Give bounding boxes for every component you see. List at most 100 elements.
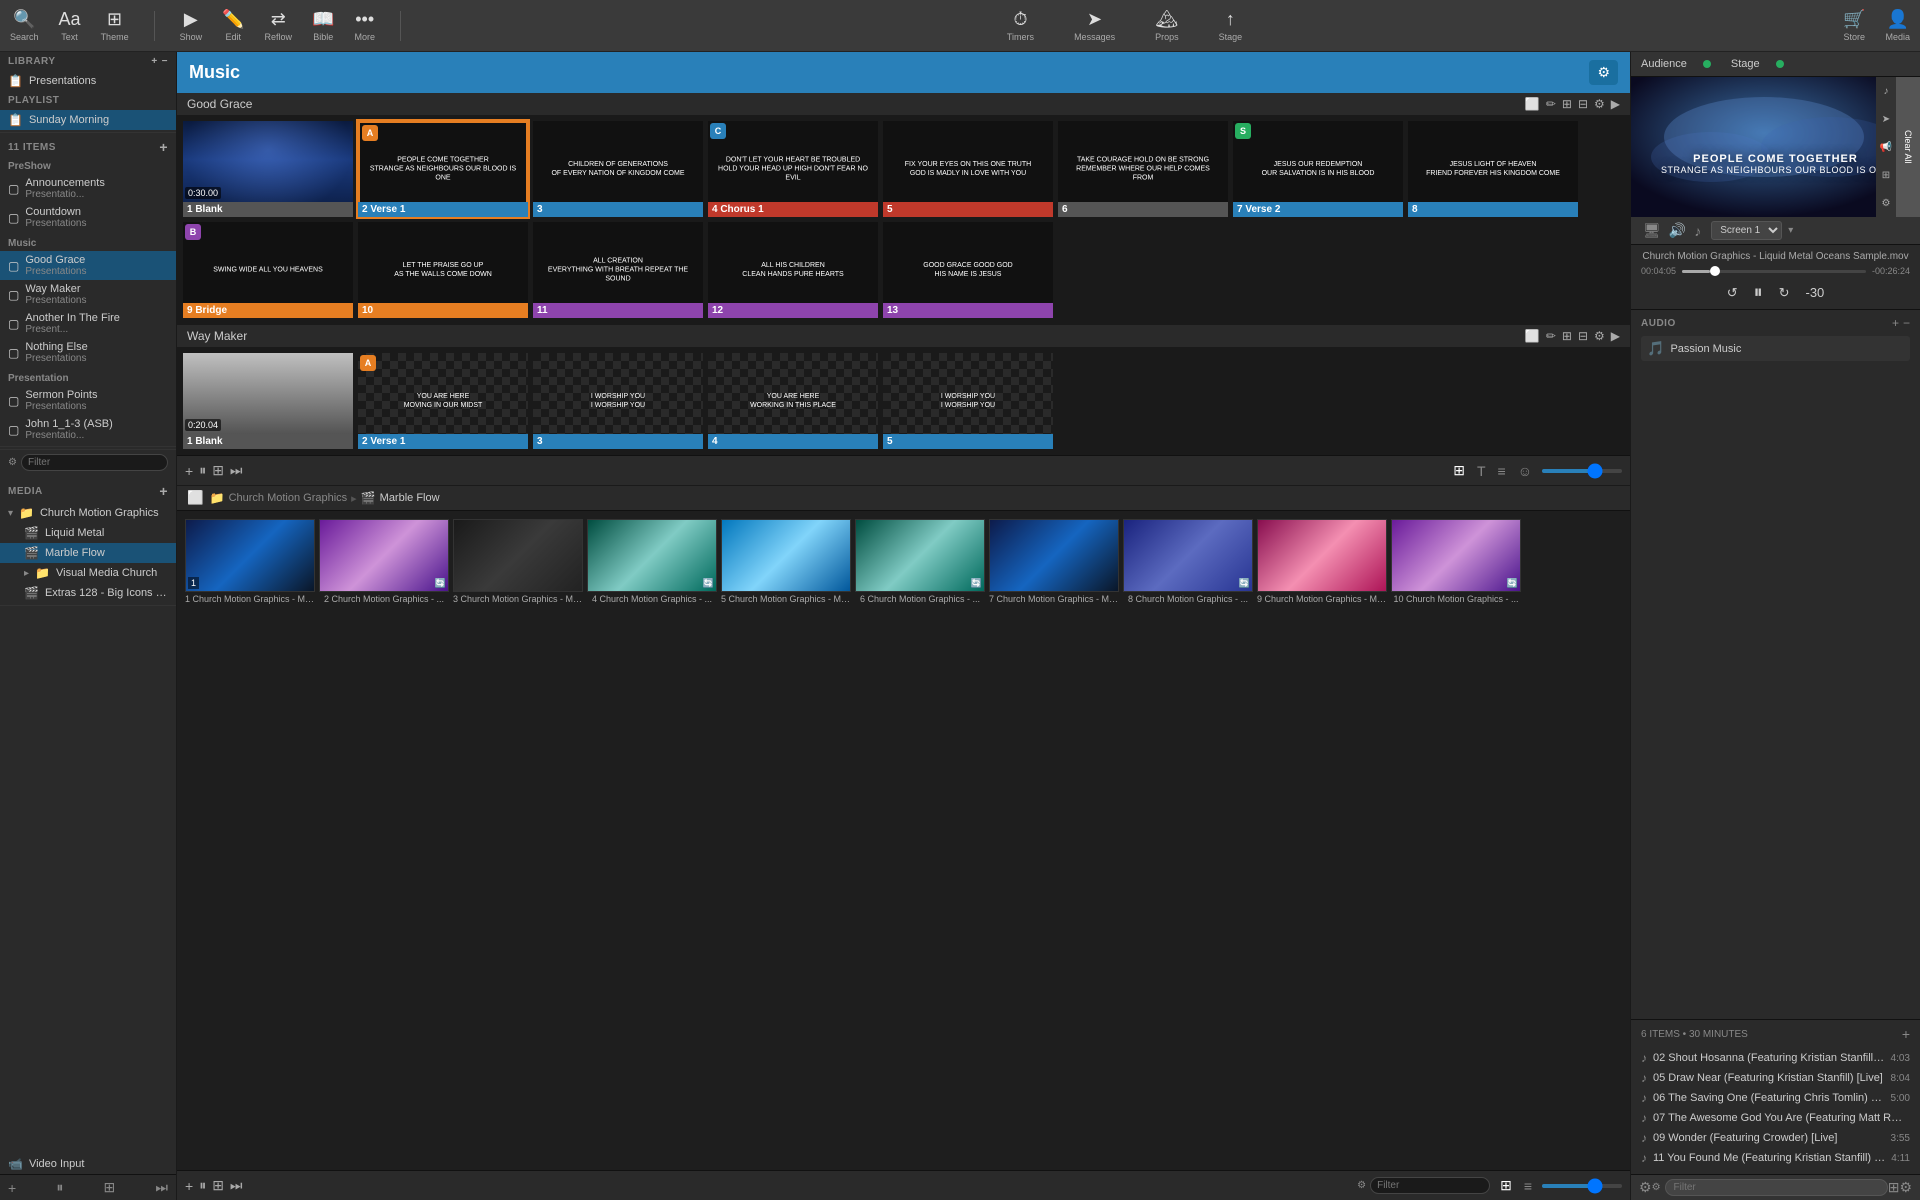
sermon-points-item[interactable]: ▢ Sermon Points Presentations [0,386,176,415]
add-audio-btn[interactable]: + [1892,316,1899,330]
good-grace-layout-btn[interactable]: ⊞ [1562,97,1572,111]
visual-media-church-item[interactable]: ▸ 📁 Visual Media Church [0,563,176,583]
fast-forward-btn[interactable]: ↻ [1779,285,1790,301]
media-thumb-5[interactable]: 5 Church Motion Graphics - Ma... [721,519,851,1162]
pause-media-item-btn[interactable]: ⏸ [199,1177,206,1194]
wm-slide-1[interactable]: 0:20.04 1 Blank [181,351,355,451]
slide-5[interactable]: FIX YOUR EYES ON THIS ONE TRUTHGOD IS MA… [881,119,1055,219]
setlist-item-4[interactable]: ♪ 07 The Awesome God You Are (Featuring … [1641,1108,1910,1128]
screen-select[interactable]: Screen 1 [1711,221,1782,240]
setlist-add-btn[interactable]: + [1902,1026,1910,1042]
good-grace-grid-btn[interactable]: ⊟ [1578,97,1588,111]
way-maker-settings-btn[interactable]: ⚙ [1594,329,1605,343]
right-layout-btn[interactable]: ⚙ [1899,1179,1912,1196]
media-filter-input[interactable] [1370,1177,1490,1194]
slide-4-chorus1[interactable]: C DON'T LET YOUR HEART BE TROUBLEDHOLD Y… [706,119,880,219]
timers-tool[interactable]: ⏱ Timers [1007,9,1034,42]
right-filter-input[interactable] [1665,1179,1888,1196]
skip-back-btn[interactable]: -30 [1806,285,1825,300]
reflow-tool[interactable]: ⇄ Reflow [265,9,293,42]
search-tool[interactable]: 🔍 Search [10,9,39,42]
announcements-item[interactable]: ▢ Announcements Presentatio... [0,174,176,203]
media-thumb-9[interactable]: 9 Church Motion Graphics - Ma... [1257,519,1387,1162]
slide-2-verse1[interactable]: A PEOPLE COME TOGETHERSTRANGE AS NEIGHBO… [356,119,530,219]
countdown-item[interactable]: ▢ Countdown Presentations [0,203,176,232]
pause-media-btn[interactable]: ⏸ [56,1179,63,1196]
setlist-item-1[interactable]: ♪ 02 Shout Hosanna (Featuring Kristian S… [1641,1048,1910,1068]
media-back-btn[interactable]: ⬜ [187,490,204,506]
list-view-toggle[interactable]: ≡ [1494,461,1510,481]
extras-item[interactable]: 🎬 Extras 128 - Big Icons - M... [0,583,176,603]
add-item-btn[interactable]: + [159,139,168,155]
john-item[interactable]: ▢ John 1_1-3 (ASB) Presentatio... [0,415,176,444]
right-grid-btn[interactable]: ⊞ [1888,1179,1900,1196]
media-thumb-10[interactable]: 🔄 10 Church Motion Graphics - ... [1391,519,1521,1162]
settings-preview-icon[interactable]: ⚙ [1882,198,1891,209]
right-settings-btn[interactable]: ⚙ [1639,1179,1652,1196]
add-media-item-btn[interactable]: + [185,1178,193,1194]
media-tool[interactable]: 👤 Media [1885,9,1910,42]
good-grace-edit-btn[interactable]: ✏ [1546,97,1556,111]
emoji-view-toggle[interactable]: ☺ [1514,461,1536,481]
grid-media-btn[interactable]: ⊞ [104,1179,116,1196]
bible-tool[interactable]: 📖 Bible [312,9,334,42]
zoom-slider[interactable] [1542,469,1622,473]
slide-11[interactable]: ALL CREATIONEVERYTHING WITH BREATH REPEA… [531,220,705,320]
skip-btn[interactable]: ⏭ [230,462,243,479]
wm-slide-5[interactable]: I WORSHIP YOUI WORSHIP YOU 5 [881,351,1055,451]
slide-6[interactable]: TAKE COURAGE HOLD ON BE STRONGREMEMBER W… [1056,119,1230,219]
passion-music-item[interactable]: 🎵 Passion Music [1641,336,1910,361]
way-maker-edit-btn[interactable]: ✏ [1546,329,1556,343]
wm-slide-2[interactable]: A YOU ARE HEREMOVING IN OUR MIDST 2 Vers… [356,351,530,451]
way-maker-screen-btn[interactable]: ⬜ [1525,329,1540,343]
slide-9-bridge[interactable]: B SWING WIDE ALL YOU HEAVENS 9 Bridge [181,220,355,320]
media-thumb-4[interactable]: 🔄 4 Church Motion Graphics - ... [587,519,717,1162]
setlist-item-5[interactable]: ♪ 09 Wonder (Featuring Crowder) [Live] 3… [1641,1128,1910,1148]
breadcrumb-root[interactable]: Church Motion Graphics [229,492,348,504]
play-pause-btn[interactable]: ⏸ [1754,282,1763,303]
slide-8[interactable]: JESUS LIGHT OF HEAVENFRIEND FOREVER HIS … [1406,119,1580,219]
wm-slide-3[interactable]: I WORSHIP YOUI WORSHIP YOU 3 [531,351,705,451]
slide-12[interactable]: ALL HIS CHILDRENCLEAN HANDS PURE HEARTS … [706,220,880,320]
media-zoom-slider[interactable] [1542,1184,1622,1188]
text-view-toggle[interactable]: T [1473,461,1490,481]
church-motion-graphics-folder[interactable]: ▾ 📁 Church Motion Graphics [0,503,176,523]
wm-slide-4[interactable]: YOU ARE HEREWORKING IN THIS PLACE 4 [706,351,880,451]
good-grace-settings-btn[interactable]: ⚙ [1594,97,1605,111]
slide-10[interactable]: LET THE PRAISE GO UPAS THE WALLS COME DO… [356,220,530,320]
way-maker-item[interactable]: ▢ Way Maker Presentations [0,280,176,309]
media-thumb-7[interactable]: 7 Church Motion Graphics - Ma... [989,519,1119,1162]
music-preview-icon[interactable]: ♪ [1884,86,1889,97]
theme-tool[interactable]: ⊞ Theme [101,9,129,42]
messages-tool[interactable]: ➤ Messages [1074,9,1115,42]
clear-all-btn[interactable]: Clear All [1896,77,1920,217]
add-media-bottom-btn[interactable]: + [8,1180,16,1196]
store-tool[interactable]: 🛒 Store [1843,9,1865,42]
edit-tool[interactable]: ✏️ Edit [222,9,244,42]
marble-flow-item[interactable]: 🎬 Marble Flow [0,543,176,563]
slide-3[interactable]: CHILDREN OF GENERATIONSOF EVERY NATION O… [531,119,705,219]
add-slide-btn[interactable]: + [185,463,193,479]
setlist-item-2[interactable]: ♪ 05 Draw Near (Featuring Kristian Stanf… [1641,1068,1910,1088]
audio-settings-btn[interactable]: − [1903,316,1910,330]
next-media-btn[interactable]: ⏭ [155,1179,168,1196]
pause-btn[interactable]: ⏸ [199,462,206,479]
media-thumb-2[interactable]: 🔄 2 Church Motion Graphics - ... [319,519,449,1162]
presentations-item[interactable]: 📋 Presentations [0,71,176,91]
another-in-fire-item[interactable]: ▢ Another In The Fire Present... [0,309,176,338]
music-settings-btn[interactable]: ⚙ [1589,60,1618,85]
slide-13[interactable]: GOOD GRACE GOOD GODHIS NAME IS JESUS 13 [881,220,1055,320]
setlist-item-3[interactable]: ♪ 06 The Saving One (Featuring Chris Tom… [1641,1088,1910,1108]
stage-tool[interactable]: ↑ Stage [1219,9,1243,42]
liquid-metal-item[interactable]: 🎬 Liquid Metal [0,523,176,543]
media-thumb-6[interactable]: 🔄 6 Church Motion Graphics - ... [855,519,985,1162]
show-tool[interactable]: ▶ Show [180,9,203,42]
text-tool[interactable]: Aa Text [59,9,81,42]
media-list-view-btn[interactable]: ≡ [1520,1176,1536,1196]
good-grace-play-btn[interactable]: ▶ [1611,97,1620,111]
library-expand-btn[interactable]: − [162,56,168,67]
library-collapse-btn[interactable]: + [151,56,157,67]
skip-media-item-btn[interactable]: ⏭ [230,1177,243,1194]
slide-7-verse2[interactable]: S JESUS OUR REDEMPTIONOUR SALVATION IS I… [1231,119,1405,219]
arrow-preview-icon[interactable]: ➤ [1882,114,1890,125]
